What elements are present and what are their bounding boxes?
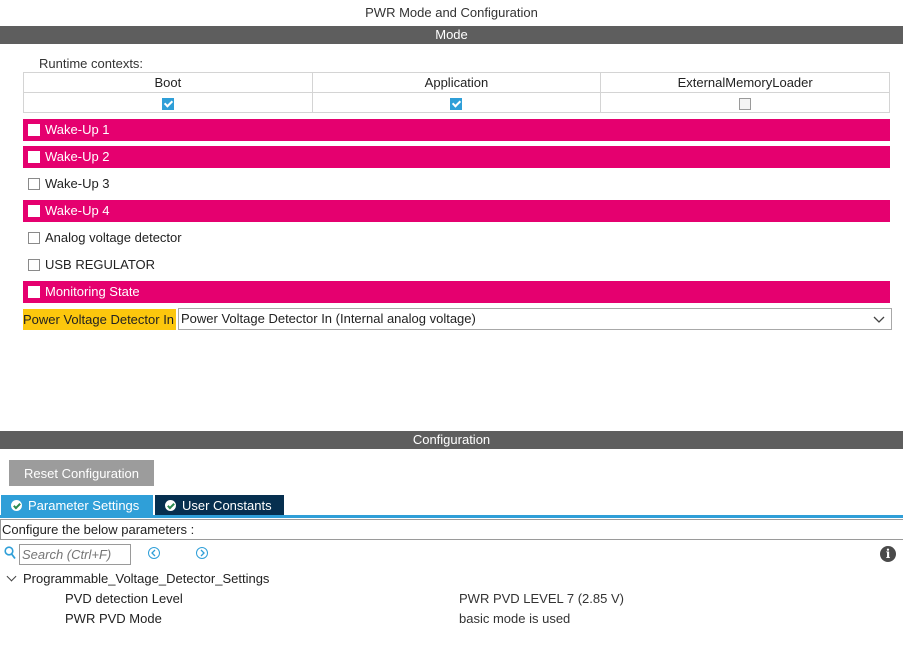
chevron-left-circle-icon[interactable]: [148, 547, 160, 559]
runtime-contexts-label: Runtime contexts:: [39, 56, 144, 71]
tab-user-constants-label: User Constants: [182, 498, 272, 513]
tab-underline: [0, 515, 903, 518]
context-header-external-memory-loader: ExternalMemoryLoader: [600, 72, 890, 93]
parameter-group-label: Programmable_Voltage_Detector_Settings: [23, 571, 270, 586]
mode-row-usb-regulator[interactable]: USB REGULATOR: [23, 254, 890, 276]
search-input[interactable]: [19, 544, 131, 565]
pvd-in-select[interactable]: Power Voltage Detector In (Internal anal…: [178, 308, 892, 330]
runtime-contexts-table: Boot Application ExternalMemoryLoader: [23, 72, 890, 113]
pvd-in-label: Power Voltage Detector In: [23, 309, 177, 330]
mode-row-analog-voltage-detector[interactable]: Analog voltage detector: [23, 227, 890, 249]
mode-header: Mode: [0, 26, 903, 44]
usb-regulator-label: USB REGULATOR: [45, 257, 156, 272]
configuration-header: Configuration: [0, 431, 903, 449]
monitoring-state-label: Monitoring State: [45, 284, 140, 299]
mode-row-wake-up-4[interactable]: Wake-Up 4: [23, 200, 890, 222]
context-cell-boot: [23, 92, 313, 113]
boot-checkbox[interactable]: [161, 97, 174, 110]
wake-up-2-label: Wake-Up 2: [45, 149, 110, 164]
pvd-in-selected-value: Power Voltage Detector In (Internal anal…: [181, 311, 476, 326]
context-cell-external-memory-loader: [600, 92, 890, 113]
wake-up-1-label: Wake-Up 1: [45, 122, 110, 137]
mode-row-wake-up-1[interactable]: Wake-Up 1: [23, 119, 890, 141]
wake-up-1-checkbox[interactable]: [28, 123, 40, 136]
wake-up-4-checkbox[interactable]: [28, 204, 40, 217]
tab-user-constants[interactable]: User Constants: [155, 495, 284, 516]
param-value-pwr-pvd-mode[interactable]: basic mode is used: [459, 611, 570, 627]
check-circle-icon: [165, 500, 176, 512]
usb-regulator-checkbox[interactable]: [28, 258, 40, 271]
wake-up-3-label: Wake-Up 3: [45, 176, 110, 191]
context-header-boot: Boot: [23, 72, 313, 93]
analog-voltage-detector-checkbox[interactable]: [28, 231, 40, 244]
info-icon[interactable]: i: [880, 546, 896, 562]
param-name-pwr-pvd-mode: PWR PVD Mode: [65, 611, 162, 626]
param-value-pvd-detection-level[interactable]: PWR PVD LEVEL 7 (2.85 V): [459, 591, 624, 607]
window-title: PWR Mode and Configuration: [365, 5, 538, 20]
wake-up-4-label: Wake-Up 4: [45, 203, 110, 218]
chevron-down-icon: [873, 309, 885, 335]
wake-up-2-checkbox[interactable]: [28, 150, 40, 163]
parameter-group[interactable]: Programmable_Voltage_Detector_Settings: [6, 571, 269, 587]
search-icon[interactable]: [4, 546, 16, 560]
analog-voltage-detector-label: Analog voltage detector: [45, 230, 182, 245]
mode-row-wake-up-3[interactable]: Wake-Up 3: [23, 173, 890, 195]
chevron-down-icon[interactable]: [6, 571, 17, 582]
tab-parameter-settings[interactable]: Parameter Settings: [1, 495, 153, 516]
context-header-application: Application: [311, 72, 602, 93]
external-memory-loader-checkbox[interactable]: [739, 97, 752, 110]
param-name-pvd-detection-level: PVD detection Level: [65, 591, 183, 606]
mode-row-monitoring-state[interactable]: Monitoring State: [23, 281, 890, 303]
application-checkbox[interactable]: [450, 97, 463, 110]
context-cell-application: [311, 92, 602, 113]
wake-up-3-checkbox[interactable]: [28, 177, 40, 190]
chevron-right-circle-icon[interactable]: [196, 547, 208, 559]
monitoring-state-checkbox[interactable]: [28, 285, 40, 298]
check-circle-icon: [11, 500, 22, 512]
configure-instructions: Configure the below parameters :: [0, 519, 903, 540]
mode-row-wake-up-2[interactable]: Wake-Up 2: [23, 146, 890, 168]
tab-parameter-settings-label: Parameter Settings: [28, 498, 140, 513]
reset-configuration-button[interactable]: Reset Configuration: [9, 460, 154, 486]
